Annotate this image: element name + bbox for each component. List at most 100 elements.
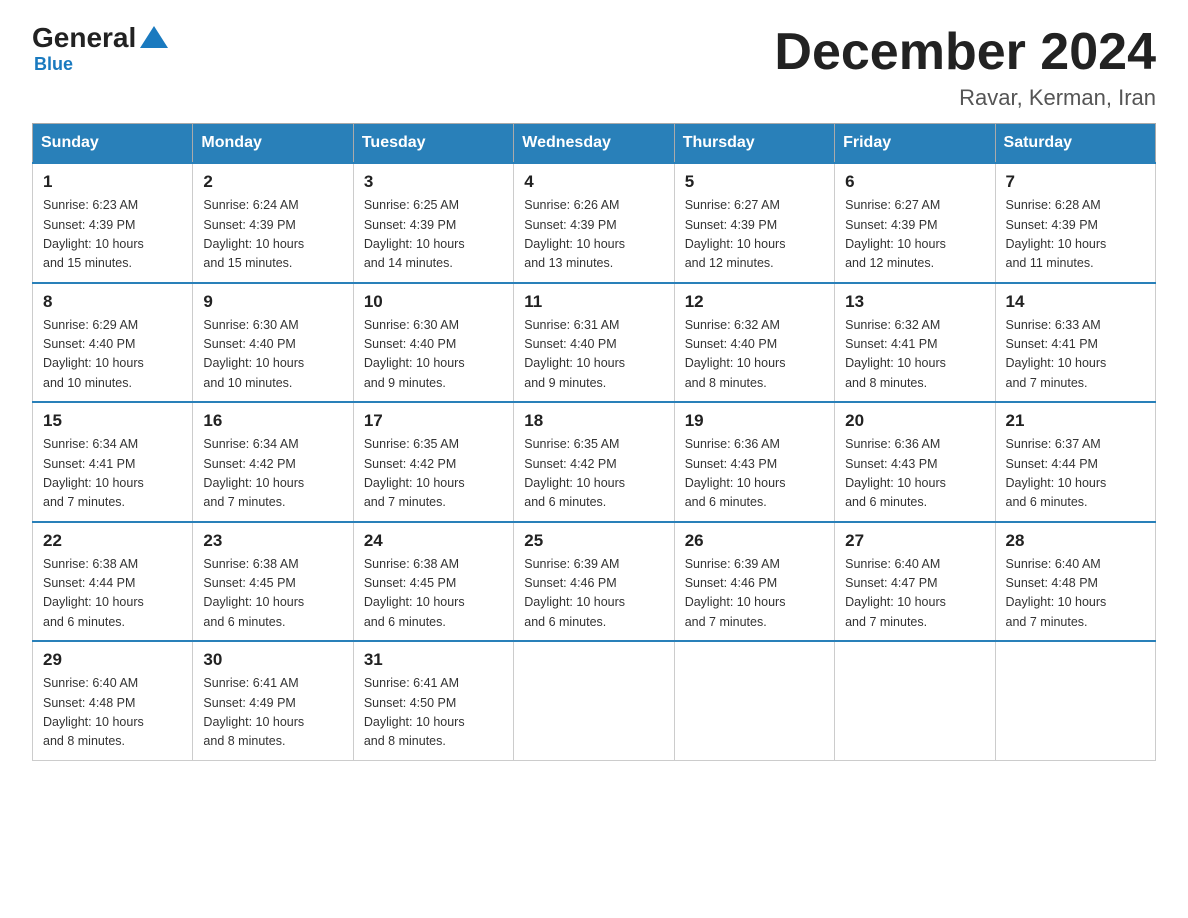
day-info: Sunrise: 6:36 AMSunset: 4:43 PMDaylight:…	[685, 435, 824, 513]
day-header-sunday: Sunday	[33, 124, 193, 164]
calendar-cell: 23 Sunrise: 6:38 AMSunset: 4:45 PMDayligh…	[193, 522, 353, 642]
day-number: 7	[1006, 172, 1145, 192]
calendar-cell: 16 Sunrise: 6:34 AMSunset: 4:42 PMDayligh…	[193, 402, 353, 522]
calendar-cell: 6 Sunrise: 6:27 AMSunset: 4:39 PMDaylight…	[835, 163, 995, 283]
calendar-cell: 30Sunrise: 6:41 AMSunset: 4:49 PMDayligh…	[193, 641, 353, 760]
day-header-tuesday: Tuesday	[353, 124, 513, 164]
day-info: Sunrise: 6:26 AMSunset: 4:39 PMDaylight:…	[524, 196, 663, 274]
week-row-5: 29 Sunrise: 6:40 AMSunset: 4:48 PMDayligh…	[33, 641, 1156, 760]
day-info: Sunrise: 6:34 AMSunset: 4:42 PMDaylight:…	[203, 435, 342, 513]
calendar-cell: 8Sunrise: 6:29 AMSunset: 4:40 PMDaylight…	[33, 283, 193, 403]
week-row-4: 22 Sunrise: 6:38 AMSunset: 4:44 PMDayligh…	[33, 522, 1156, 642]
day-info: Sunrise: 6:35 AMSunset: 4:42 PMDaylight:…	[524, 435, 663, 513]
calendar-cell: 7 Sunrise: 6:28 AMSunset: 4:39 PMDaylight…	[995, 163, 1155, 283]
week-row-2: 8Sunrise: 6:29 AMSunset: 4:40 PMDaylight…	[33, 283, 1156, 403]
calendar-cell: 21 Sunrise: 6:37 AMSunset: 4:44 PMDayligh…	[995, 402, 1155, 522]
day-info: Sunrise: 6:37 AMSunset: 4:44 PMDaylight:…	[1006, 435, 1145, 513]
day-number: 21	[1006, 411, 1145, 431]
calendar-cell: 27 Sunrise: 6:40 AMSunset: 4:47 PMDayligh…	[835, 522, 995, 642]
day-info: Sunrise: 6:40 AMSunset: 4:48 PMDaylight:…	[43, 674, 182, 752]
day-number: 26	[685, 531, 824, 551]
day-number: 28	[1006, 531, 1145, 551]
day-info: Sunrise: 6:24 AMSunset: 4:39 PMDaylight:…	[203, 196, 342, 274]
calendar-table: SundayMondayTuesdayWednesdayThursdayFrid…	[32, 123, 1156, 761]
day-info: Sunrise: 6:41 AMSunset: 4:49 PMDaylight:…	[203, 674, 342, 752]
day-info: Sunrise: 6:33 AMSunset: 4:41 PMDaylight:…	[1006, 316, 1145, 394]
calendar-cell: 25Sunrise: 6:39 AMSunset: 4:46 PMDayligh…	[514, 522, 674, 642]
calendar-cell	[835, 641, 995, 760]
day-info: Sunrise: 6:38 AMSunset: 4:45 PMDaylight:…	[364, 555, 503, 633]
calendar-cell: 15 Sunrise: 6:34 AMSunset: 4:41 PMDayligh…	[33, 402, 193, 522]
calendar-cell	[674, 641, 834, 760]
calendar-cell: 29 Sunrise: 6:40 AMSunset: 4:48 PMDayligh…	[33, 641, 193, 760]
day-header-thursday: Thursday	[674, 124, 834, 164]
calendar-cell: 5Sunrise: 6:27 AMSunset: 4:39 PMDaylight…	[674, 163, 834, 283]
calendar-cell: 22 Sunrise: 6:38 AMSunset: 4:44 PMDayligh…	[33, 522, 193, 642]
day-number: 2	[203, 172, 342, 192]
day-info: Sunrise: 6:35 AMSunset: 4:42 PMDaylight:…	[364, 435, 503, 513]
page-header: General Blue December 2024 Ravar, Kerman…	[32, 24, 1156, 111]
day-info: Sunrise: 6:40 AMSunset: 4:47 PMDaylight:…	[845, 555, 984, 633]
day-info: Sunrise: 6:25 AMSunset: 4:39 PMDaylight:…	[364, 196, 503, 274]
day-info: Sunrise: 6:36 AMSunset: 4:43 PMDaylight:…	[845, 435, 984, 513]
calendar-cell: 24 Sunrise: 6:38 AMSunset: 4:45 PMDayligh…	[353, 522, 513, 642]
day-number: 11	[524, 292, 663, 312]
day-number: 5	[685, 172, 824, 192]
day-info: Sunrise: 6:32 AMSunset: 4:40 PMDaylight:…	[685, 316, 824, 394]
calendar-cell: 14 Sunrise: 6:33 AMSunset: 4:41 PMDayligh…	[995, 283, 1155, 403]
calendar-cell: 1Sunrise: 6:23 AMSunset: 4:39 PMDaylight…	[33, 163, 193, 283]
day-number: 31	[364, 650, 503, 670]
calendar-cell	[514, 641, 674, 760]
day-info: Sunrise: 6:34 AMSunset: 4:41 PMDaylight:…	[43, 435, 182, 513]
logo: General Blue	[32, 24, 168, 75]
calendar-cell: 17Sunrise: 6:35 AMSunset: 4:42 PMDayligh…	[353, 402, 513, 522]
day-number: 3	[364, 172, 503, 192]
calendar-cell: 20 Sunrise: 6:36 AMSunset: 4:43 PMDayligh…	[835, 402, 995, 522]
day-info: Sunrise: 6:40 AMSunset: 4:48 PMDaylight:…	[1006, 555, 1145, 633]
day-number: 22	[43, 531, 182, 551]
day-number: 4	[524, 172, 663, 192]
calendar-cell: 19 Sunrise: 6:36 AMSunset: 4:43 PMDayligh…	[674, 402, 834, 522]
day-number: 15	[43, 411, 182, 431]
day-number: 16	[203, 411, 342, 431]
day-number: 23	[203, 531, 342, 551]
day-number: 19	[685, 411, 824, 431]
logo-general-text: General	[32, 24, 136, 52]
day-header-monday: Monday	[193, 124, 353, 164]
day-number: 13	[845, 292, 984, 312]
day-number: 20	[845, 411, 984, 431]
day-info: Sunrise: 6:39 AMSunset: 4:46 PMDaylight:…	[524, 555, 663, 633]
day-header-friday: Friday	[835, 124, 995, 164]
day-number: 18	[524, 411, 663, 431]
calendar-cell: 13 Sunrise: 6:32 AMSunset: 4:41 PMDayligh…	[835, 283, 995, 403]
day-info: Sunrise: 6:39 AMSunset: 4:46 PMDaylight:…	[685, 555, 824, 633]
day-info: Sunrise: 6:31 AMSunset: 4:40 PMDaylight:…	[524, 316, 663, 394]
day-info: Sunrise: 6:30 AMSunset: 4:40 PMDaylight:…	[203, 316, 342, 394]
day-info: Sunrise: 6:23 AMSunset: 4:39 PMDaylight:…	[43, 196, 182, 274]
calendar-cell: 2 Sunrise: 6:24 AMSunset: 4:39 PMDaylight…	[193, 163, 353, 283]
day-info: Sunrise: 6:38 AMSunset: 4:45 PMDaylight:…	[203, 555, 342, 633]
calendar-cell	[995, 641, 1155, 760]
day-header-wednesday: Wednesday	[514, 124, 674, 164]
calendar-cell: 9 Sunrise: 6:30 AMSunset: 4:40 PMDaylight…	[193, 283, 353, 403]
day-info: Sunrise: 6:30 AMSunset: 4:40 PMDaylight:…	[364, 316, 503, 394]
day-number: 24	[364, 531, 503, 551]
day-number: 9	[203, 292, 342, 312]
logo-triangle-icon	[140, 26, 168, 48]
day-number: 12	[685, 292, 824, 312]
calendar-cell: 10 Sunrise: 6:30 AMSunset: 4:40 PMDayligh…	[353, 283, 513, 403]
day-info: Sunrise: 6:38 AMSunset: 4:44 PMDaylight:…	[43, 555, 182, 633]
location-subtitle: Ravar, Kerman, Iran	[774, 85, 1156, 111]
day-number: 27	[845, 531, 984, 551]
day-info: Sunrise: 6:28 AMSunset: 4:39 PMDaylight:…	[1006, 196, 1145, 274]
day-info: Sunrise: 6:32 AMSunset: 4:41 PMDaylight:…	[845, 316, 984, 394]
day-info: Sunrise: 6:27 AMSunset: 4:39 PMDaylight:…	[845, 196, 984, 274]
logo-blue-text: Blue	[34, 54, 73, 75]
day-number: 6	[845, 172, 984, 192]
day-number: 14	[1006, 292, 1145, 312]
day-number: 8	[43, 292, 182, 312]
title-block: December 2024 Ravar, Kerman, Iran	[774, 24, 1156, 111]
day-number: 29	[43, 650, 182, 670]
calendar-cell: 11 Sunrise: 6:31 AMSunset: 4:40 PMDayligh…	[514, 283, 674, 403]
day-number: 10	[364, 292, 503, 312]
